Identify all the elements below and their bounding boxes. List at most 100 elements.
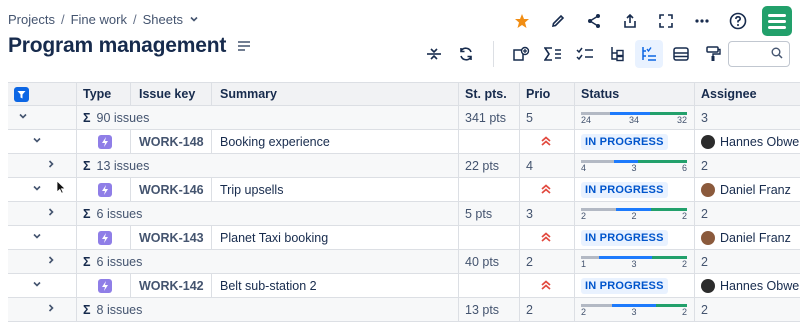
chevron-right-icon[interactable] — [46, 303, 56, 316]
summary-row[interactable]: Σ8 issues 13 pts 2 2 3 2 2 — [8, 298, 800, 322]
checklist-icon[interactable] — [571, 40, 599, 68]
status-cell[interactable]: IN PROGRESS — [575, 226, 695, 249]
assignee-cell[interactable]: Hannes Obwe — [695, 130, 800, 153]
issue-count: 6 issues — [96, 254, 143, 269]
hierarchy-icon[interactable] — [603, 40, 631, 68]
priority-cell[interactable] — [520, 226, 575, 249]
issue-summary[interactable]: Trip upsells — [212, 178, 459, 201]
refresh-icon[interactable] — [452, 40, 480, 68]
table-row[interactable]: WORK-148 Booking experience IN PROGRESS Han… — [8, 130, 800, 154]
status-badge[interactable]: IN PROGRESS — [581, 181, 668, 198]
search-input[interactable] — [728, 41, 790, 67]
column-header-assignee[interactable]: Assignee — [695, 83, 800, 105]
title-menu-icon[interactable] — [238, 38, 251, 54]
toolbar-divider — [493, 41, 494, 67]
help-icon[interactable] — [726, 8, 750, 34]
story-points-cell[interactable] — [459, 226, 520, 249]
chevron-right-icon[interactable] — [46, 159, 56, 172]
priority-count: 4 — [520, 154, 575, 177]
summary-row[interactable]: Σ 90 issues 341 pts 5 24 34 32 3 — [8, 106, 800, 130]
issue-key[interactable]: WORK-143 — [139, 231, 204, 245]
column-header-summary[interactable]: Summary — [212, 83, 459, 105]
priority-count: 5 — [520, 106, 575, 129]
edit-icon[interactable] — [546, 8, 570, 34]
table-row[interactable]: WORK-146 Trip upsells IN PROGRESS Daniel Fr… — [8, 178, 800, 202]
status-cell[interactable]: IN PROGRESS — [575, 178, 695, 201]
story-points-cell[interactable] — [459, 130, 520, 153]
star-icon[interactable] — [510, 8, 534, 34]
status-badge[interactable]: IN PROGRESS — [581, 277, 668, 294]
summary-row[interactable]: Σ6 issues 40 pts 2 1 3 2 2 — [8, 250, 800, 274]
summary-row[interactable]: Σ 13 issues 22 pts 4 4 3 6 2 — [8, 154, 800, 178]
assignee-cell[interactable]: Daniel Franz — [695, 226, 800, 249]
story-points-total: 22 pts — [459, 154, 520, 177]
chevron-down-icon[interactable] — [18, 111, 28, 124]
issue-key[interactable]: WORK-142 — [139, 279, 204, 293]
status-badge[interactable]: IN PROGRESS — [581, 229, 668, 246]
column-header-issue-key[interactable]: Issue key — [131, 83, 212, 105]
story-points-cell[interactable] — [459, 274, 520, 297]
story-points-cell[interactable] — [459, 178, 520, 201]
chevron-down-icon[interactable] — [32, 183, 42, 196]
collapse-icon[interactable] — [420, 40, 448, 68]
fields-icon[interactable] — [667, 40, 695, 68]
issue-key-cell[interactable]: WORK-146 — [131, 178, 212, 201]
chevron-down-icon[interactable] — [32, 135, 42, 148]
chevron-right-icon[interactable] — [46, 255, 56, 268]
assignee-cell[interactable]: Daniel Franz — [695, 178, 800, 201]
chevron-right-icon[interactable] — [46, 207, 56, 220]
progress-counts: 24 34 32 — [581, 116, 687, 125]
column-header-status[interactable]: Status — [575, 83, 695, 105]
issue-key-cell[interactable]: WORK-142 — [131, 274, 212, 297]
issue-key[interactable]: WORK-146 — [139, 183, 204, 197]
issue-count-cell: Σ 6 issues — [77, 250, 212, 273]
more-icon[interactable] — [690, 8, 714, 34]
chevron-down-icon[interactable] — [189, 12, 199, 27]
breadcrumb-sheets[interactable]: Sheets — [143, 12, 183, 27]
priority-cell[interactable] — [520, 130, 575, 153]
assignee-cell[interactable]: Hannes Obwe — [695, 274, 800, 297]
status-cell[interactable]: IN PROGRESS — [575, 130, 695, 153]
chevron-down-icon[interactable] — [32, 231, 42, 244]
export-icon[interactable] — [618, 8, 642, 34]
top-actions — [510, 6, 792, 36]
filter-icon[interactable] — [14, 86, 29, 102]
breadcrumb-fine-work[interactable]: Fine work — [71, 12, 127, 27]
status-progress-cell: 1 3 2 — [575, 250, 695, 273]
column-header-story-points[interactable]: St. pts. — [459, 83, 520, 105]
issue-count-cell: Σ 13 issues — [77, 154, 212, 177]
progress-done-segment — [638, 160, 687, 163]
type-cell — [77, 274, 131, 297]
status-cell[interactable]: IN PROGRESS — [575, 274, 695, 297]
breadcrumb: Projects / Fine work / Sheets — [8, 12, 199, 27]
table-row[interactable]: WORK-142 Belt sub-station 2 IN PROGRESS Han… — [8, 274, 800, 298]
paint-format-icon[interactable] — [699, 40, 727, 68]
fullscreen-icon[interactable] — [654, 8, 678, 34]
add-column-icon[interactable] — [507, 40, 535, 68]
issue-key-cell[interactable]: WORK-143 — [131, 226, 212, 249]
priority-highest-icon — [540, 135, 552, 149]
type-cell — [77, 226, 131, 249]
indent-list-icon[interactable] — [635, 40, 663, 68]
priority-cell[interactable] — [520, 274, 575, 297]
share-icon[interactable] — [582, 8, 606, 34]
chevron-down-icon[interactable] — [32, 279, 42, 292]
issue-summary[interactable]: Planet Taxi booking — [212, 226, 459, 249]
assignee-count: 2 — [701, 254, 708, 269]
priority-cell[interactable] — [520, 178, 575, 201]
issue-summary[interactable]: Booking experience — [212, 130, 459, 153]
sum-icon: Σ — [83, 110, 91, 125]
issue-key[interactable]: WORK-148 — [139, 135, 204, 149]
todo-count: 2 — [581, 211, 587, 221]
app-logo-icon[interactable] — [762, 6, 792, 36]
issue-summary[interactable]: Belt sub-station 2 — [212, 274, 459, 297]
issue-key-cell[interactable]: WORK-148 — [131, 130, 212, 153]
breadcrumb-projects[interactable]: Projects — [8, 12, 55, 27]
table-row[interactable]: WORK-143 Planet Taxi booking IN PROGRESS Da… — [8, 226, 800, 250]
summary-row[interactable]: Σ6 issues 5 pts 3 2 2 2 2 — [8, 202, 800, 226]
column-header-type[interactable]: Type — [77, 83, 131, 105]
column-header-priority[interactable]: Prio — [520, 83, 575, 105]
sum-icon[interactable] — [539, 40, 567, 68]
status-badge[interactable]: IN PROGRESS — [581, 133, 668, 150]
assignee-name: Hannes Obwe — [720, 278, 800, 293]
